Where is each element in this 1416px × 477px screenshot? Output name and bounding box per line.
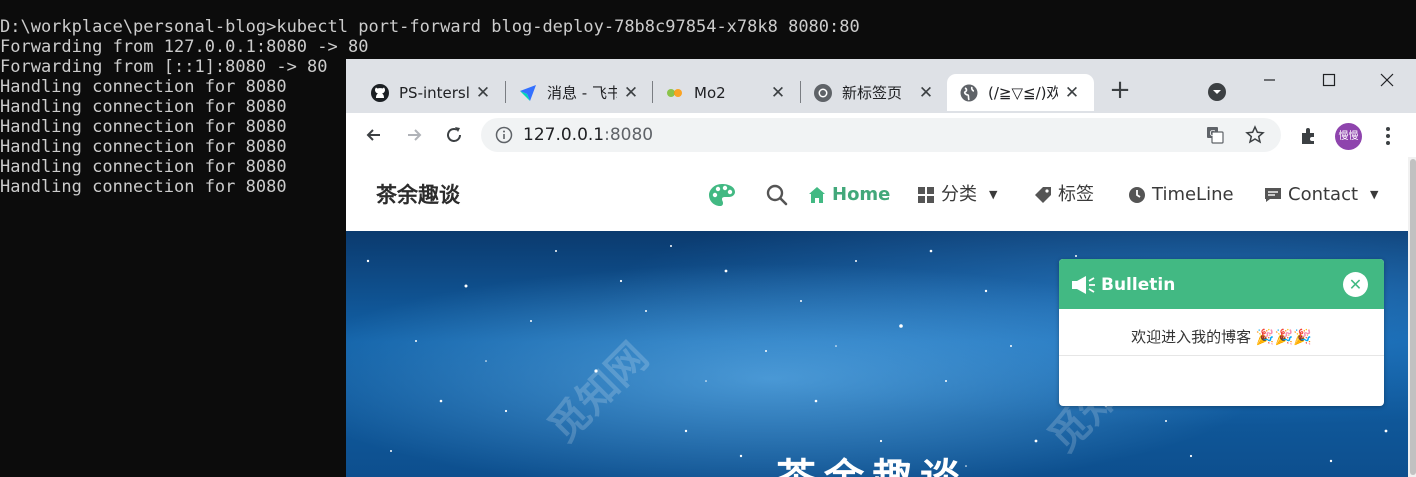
tab-feishu[interactable]: 消息 - 飞书 ✕ [506,74,653,111]
nav-home-label: Home [832,184,891,205]
chrome-icon [814,84,832,102]
terminal-line: Handling connection for 8080 [0,77,287,97]
nav-contact[interactable]: Contact ▼ [1264,182,1379,208]
bookmark-star-icon[interactable] [1245,125,1265,145]
tab-new-tab[interactable]: 新标签页 ✕ [801,74,948,111]
url-text: 127.0.0.1:8080 [523,125,653,145]
back-arrow-icon[interactable] [360,121,388,149]
terminal-line: Handling connection for 8080 [0,177,287,197]
close-window-icon[interactable] [1374,67,1400,93]
svg-text:G: G [1210,129,1216,138]
nav-tags-label: 标签 [1058,184,1094,205]
bulletin-close-icon[interactable]: ✕ [1343,272,1368,297]
terminal-line: Handling connection for 8080 [0,137,287,157]
maximize-icon[interactable] [1316,67,1342,93]
feishu-icon [520,85,536,101]
bulletin-header: Bulletin ✕ [1059,259,1384,309]
url-host: 127.0.0.1 [523,125,605,145]
nav-timeline[interactable]: TimeLine [1128,182,1234,208]
terminal-line: Forwarding from 127.0.0.1:8080 -> 80 [0,37,369,57]
tab-search-chevron-icon[interactable] [1204,79,1230,105]
tab-close-icon[interactable]: ✕ [768,83,788,103]
nav-category[interactable]: 分类 ▼ [917,182,997,208]
nav-contact-label: Contact [1288,184,1359,205]
minimize-icon[interactable] [1256,67,1282,93]
megaphone-icon [1072,276,1095,294]
globe-icon [960,84,978,102]
tab-github[interactable]: PS-intersl ✕ [358,74,505,111]
info-icon[interactable] [495,126,513,144]
site-navbar: 茶余趣谈 Home 分类 ▼ 标签 TimeLine Contact ▼ [346,157,1408,231]
forward-arrow-icon[interactable] [400,121,428,149]
web-page: 茶余趣谈 Home 分类 ▼ 标签 TimeLine Contact ▼ 觅知网… [346,157,1416,477]
nav-home[interactable]: Home [808,182,890,208]
tab-strip: PS-intersl ✕ 消息 - 飞书 ✕ Mo2 ✕ 新标签页 ✕ (/≧▽… [346,59,1416,113]
tab-title: 新标签页 [842,84,903,102]
tab-title: 消息 - 飞书 [547,84,617,102]
bulletin-title: Bulletin [1101,275,1176,295]
chevron-down-icon: ▼ [989,188,998,201]
tab-mo2[interactable]: Mo2 ✕ [653,74,800,111]
home-icon [809,187,825,203]
terminal-line: Handling connection for 8080 [0,97,287,117]
terminal-line: D:\workplace\personal-blog>kubectl port-… [0,17,860,37]
tab-close-icon[interactable]: ✕ [473,83,493,103]
browser-window: PS-intersl ✕ 消息 - 飞书 ✕ Mo2 ✕ 新标签页 ✕ (/≧▽… [346,59,1416,477]
terminal-line: Handling connection for 8080 [0,117,287,137]
profile-avatar[interactable]: 慢慢 [1335,123,1362,150]
bulletin-panel: Bulletin ✕ 欢迎进入我的博客 🎉🎉🎉 [1059,259,1384,406]
reload-icon[interactable] [440,121,468,149]
nav-category-label: 分类 [941,184,977,205]
browser-toolbar: 127.0.0.1:8080 G 慢慢 [346,113,1416,157]
tab-close-icon[interactable]: ✕ [621,83,641,103]
message-icon [1265,188,1281,202]
tab-close-icon[interactable]: ✕ [916,83,936,103]
nav-timeline-label: TimeLine [1152,184,1234,205]
tab-title: Mo2 [694,84,726,102]
terminal-line: Handling connection for 8080 [0,157,287,177]
tab-blog-active[interactable]: (/≧▽≦/)欢 ✕ [947,74,1094,111]
chevron-down-icon: ▼ [1370,188,1379,201]
grid-icon [918,187,934,203]
tab-title: PS-intersl [399,84,469,102]
tab-title: (/≧▽≦/)欢 [988,84,1058,102]
translate-icon[interactable]: G [1205,125,1225,145]
scrollbar-thumb[interactable] [1410,159,1416,475]
page-scrollbar[interactable] [1408,157,1416,477]
terminal-line: Forwarding from [::1]:8080 -> 80 [0,57,328,77]
extensions-puzzle-icon[interactable] [1298,125,1320,147]
github-icon [371,84,389,102]
more-menu-icon[interactable] [1378,125,1398,147]
new-tab-plus-icon[interactable]: + [1107,77,1133,104]
mo2-icon [667,89,682,97]
url-port: :8080 [604,125,654,145]
site-brand[interactable]: 茶余趣谈 [376,182,460,208]
address-bar[interactable]: 127.0.0.1:8080 G [481,118,1281,152]
clock-icon [1129,187,1145,203]
bulletin-message: 欢迎进入我的博客 🎉🎉🎉 [1059,309,1384,356]
tag-icon [1035,187,1051,203]
search-icon[interactable] [765,183,789,207]
palette-icon[interactable] [708,182,736,208]
hero-title: 茶余趣谈 [776,459,968,477]
tab-close-icon[interactable]: ✕ [1062,83,1082,103]
nav-tags[interactable]: 标签 [1034,182,1094,208]
